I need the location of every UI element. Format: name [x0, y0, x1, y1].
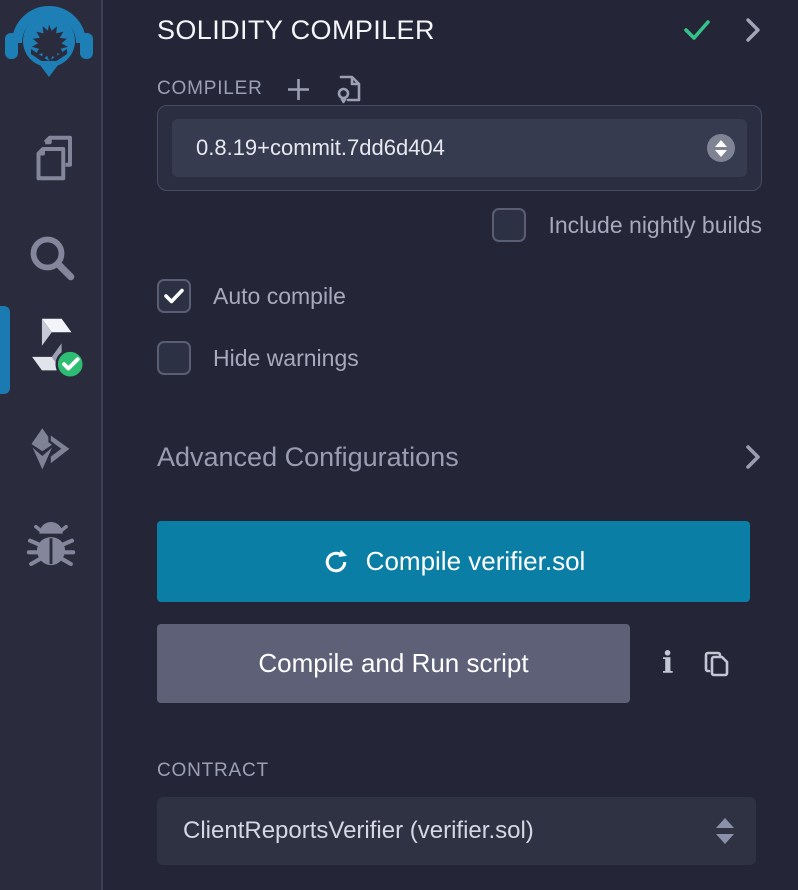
compiler-version-value: 0.8.19+commit.7dd6d404: [196, 135, 707, 161]
file-certificate-icon[interactable]: [334, 73, 364, 105]
auto-compile-row: Auto compile: [157, 278, 762, 314]
info-icon[interactable]: i: [662, 649, 673, 679]
contract-selected-value: ClientReportsVerifier (verifier.sol): [183, 817, 716, 845]
debugger-icon[interactable]: [22, 514, 80, 572]
icon-sidebar: [0, 0, 103, 890]
active-plugin-indicator: [0, 306, 10, 394]
include-nightly-row: Include nightly builds: [157, 207, 762, 243]
deploy-run-icon[interactable]: [22, 420, 82, 480]
hide-warnings-row: Hide warnings: [157, 340, 762, 376]
collapse-chevron-icon[interactable]: [744, 15, 762, 45]
check-mark-icon: [163, 287, 185, 305]
add-custom-compiler-icon[interactable]: [285, 76, 312, 103]
up-down-arrows-icon: [716, 818, 734, 844]
solidity-compiler-icon[interactable]: [20, 314, 86, 380]
solidity-compiler-panel: SOLIDITY COMPILER COMPILER 0.8.19+commit…: [103, 0, 798, 890]
contract-section-label: CONTRACT: [157, 760, 269, 782]
compile-and-run-button[interactable]: Compile and Run script: [157, 624, 630, 703]
refresh-icon: [322, 548, 350, 576]
hide-warnings-label[interactable]: Hide warnings: [213, 345, 359, 372]
chevron-right-icon: [744, 441, 762, 473]
search-icon[interactable]: [22, 228, 80, 286]
compiler-section-header: COMPILER: [157, 74, 762, 104]
remix-logo-icon[interactable]: [4, 2, 94, 78]
file-explorer-icon[interactable]: [24, 130, 80, 186]
advanced-configurations-label: Advanced Configurations: [157, 442, 744, 473]
copy-icon[interactable]: [701, 647, 733, 681]
panel-header: SOLIDITY COMPILER: [157, 12, 762, 48]
compiler-version-select-container: 0.8.19+commit.7dd6d404: [157, 105, 762, 191]
auto-compile-label[interactable]: Auto compile: [213, 283, 346, 310]
compiler-section-label: COMPILER: [157, 78, 263, 100]
include-nightly-checkbox[interactable]: [492, 208, 526, 242]
contract-select[interactable]: ClientReportsVerifier (verifier.sol): [157, 797, 756, 865]
contract-section-header: CONTRACT: [157, 759, 762, 783]
hide-warnings-checkbox[interactable]: [157, 341, 191, 375]
compile-and-run-row: Compile and Run script i: [157, 624, 762, 703]
select-updown-icon: [707, 134, 735, 162]
advanced-configurations-toggle[interactable]: Advanced Configurations: [157, 440, 762, 474]
compile-status-check-icon: [680, 16, 714, 44]
auto-compile-checkbox[interactable]: [157, 279, 191, 313]
include-nightly-label[interactable]: Include nightly builds: [548, 212, 762, 239]
compile-button-label: Compile verifier.sol: [366, 546, 586, 577]
page-title: SOLIDITY COMPILER: [157, 15, 680, 46]
compiler-version-select[interactable]: 0.8.19+commit.7dd6d404: [172, 119, 747, 177]
compile-button[interactable]: Compile verifier.sol: [157, 521, 750, 602]
